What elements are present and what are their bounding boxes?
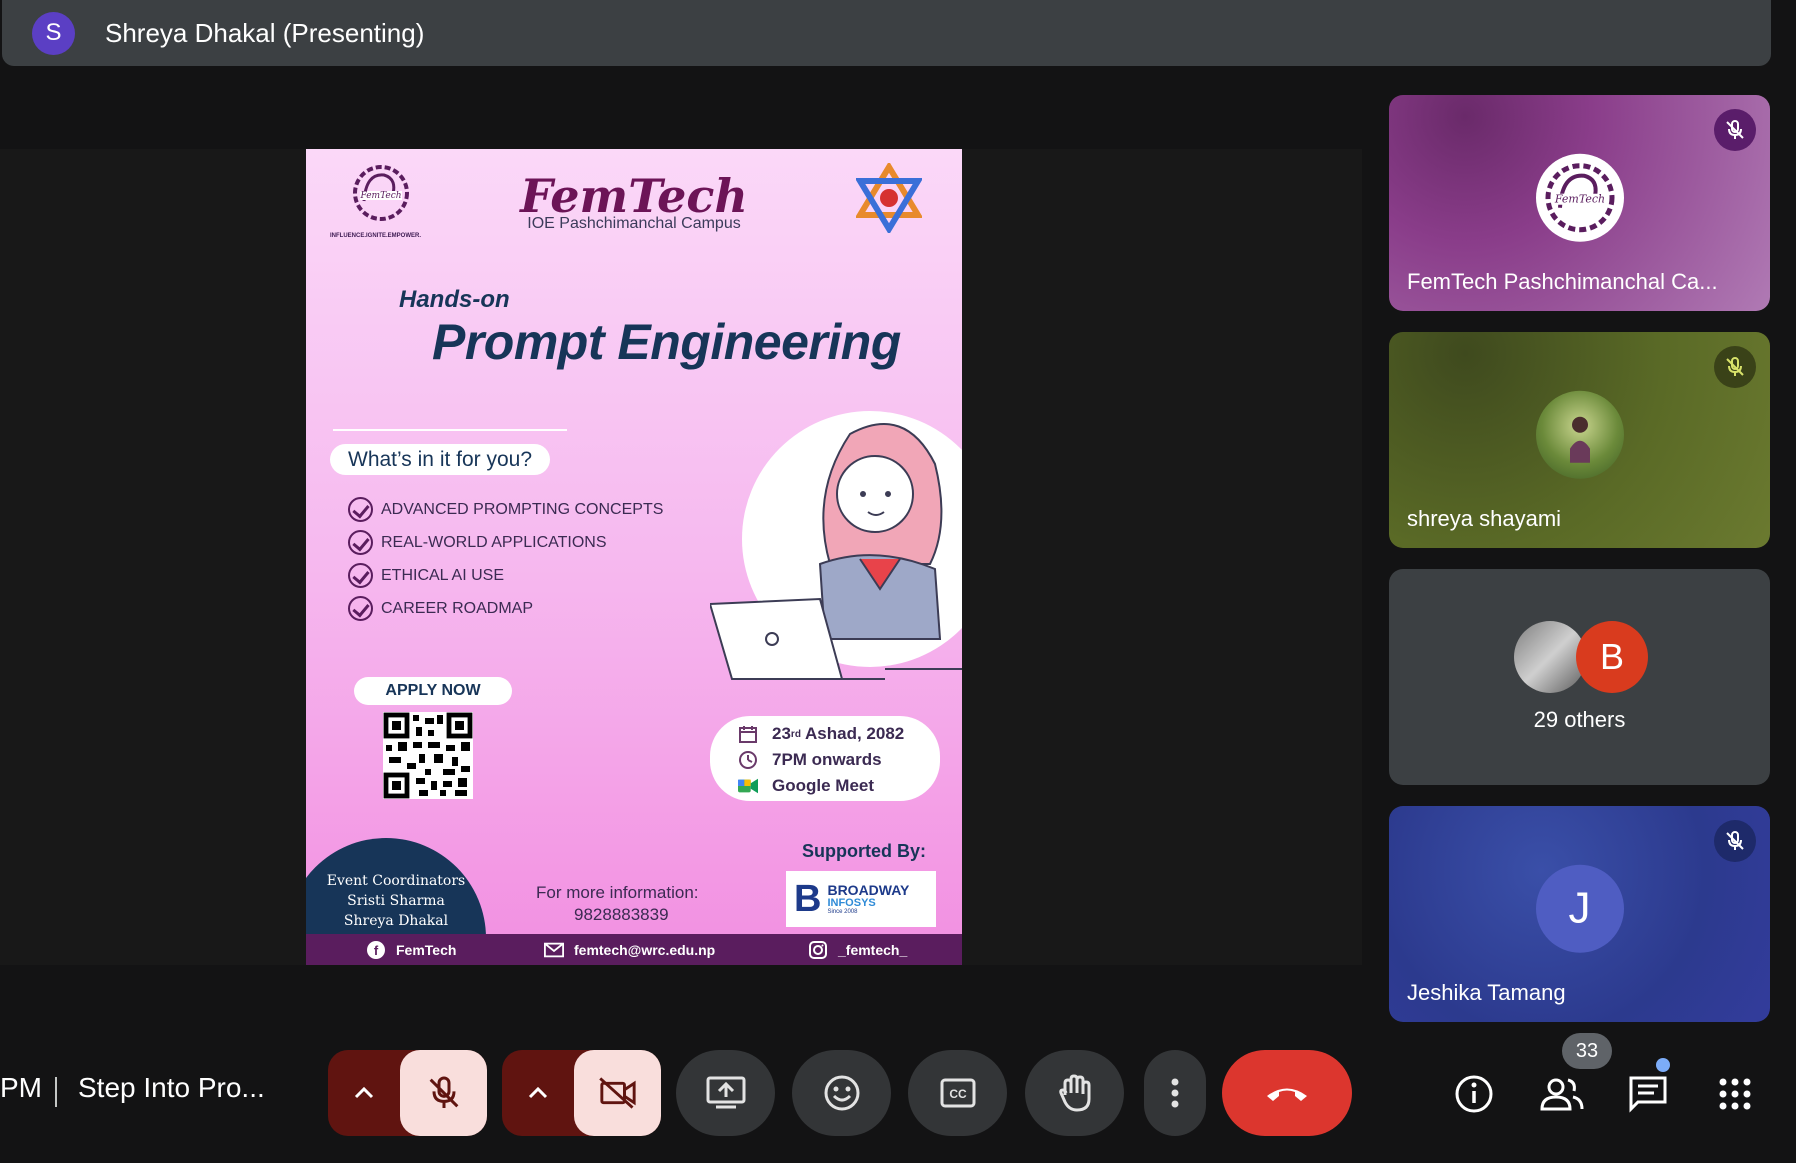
people-icon <box>1540 1078 1584 1111</box>
google-meet-icon <box>738 776 758 796</box>
check-icon <box>348 563 373 588</box>
camera-off-icon <box>598 1077 636 1109</box>
instagram-icon <box>808 940 828 960</box>
people-button[interactable] <box>1538 1070 1586 1118</box>
chat-icon <box>1629 1076 1667 1113</box>
mic-off-icon <box>1714 820 1756 862</box>
check-icon <box>348 497 373 522</box>
shared-screen-poster: FemTech INFLUENCE.IGNITE.EMPOWER. FemTec… <box>306 149 962 965</box>
reactions-button[interactable] <box>792 1050 891 1136</box>
meeting-time: PM <box>0 1072 42 1103</box>
more-vert-icon <box>1171 1078 1179 1108</box>
sponsor-letter: B <box>794 877 822 920</box>
participant-photo <box>1535 390 1624 479</box>
footer-email: femtech@wrc.edu.np <box>544 940 715 960</box>
chevron-up-icon <box>354 1086 374 1099</box>
check-icon <box>348 596 373 621</box>
participant-name: FemTech Pashchimanchal Ca... <box>1407 269 1718 294</box>
apply-now-label: APPLY NOW <box>354 677 512 705</box>
whats-in-it-heading: What’s in it for you? <box>330 444 551 475</box>
footer-instagram: _femtech_ <box>808 940 907 960</box>
supported-by-label: Supported By: <box>802 841 926 861</box>
logo-tagline: INFLUENCE.IGNITE.EMPOWER. <box>330 233 422 239</box>
closed-captions-icon: CC <box>940 1078 975 1108</box>
footer-facebook: f FemTech <box>366 940 456 960</box>
participant-tile[interactable]: shreya shayami <box>1389 332 1770 548</box>
activities-button[interactable] <box>1711 1070 1759 1118</box>
others-avatars: B <box>1514 621 1654 693</box>
mic-control <box>328 1050 487 1136</box>
present-screen-button[interactable] <box>676 1050 775 1136</box>
poster-subtitle: Hands-on <box>399 286 510 313</box>
presenter-label: Shreya Dhakal (Presenting) <box>105 17 425 48</box>
svg-text:FemTech: FemTech <box>1553 193 1604 206</box>
participant-avatar: B <box>1576 621 1648 693</box>
event-platform: Google Meet <box>738 773 940 799</box>
check-icon <box>348 530 373 555</box>
facebook-icon: f <box>366 940 386 960</box>
qr-code <box>383 712 473 799</box>
svg-text:f: f <box>374 943 379 958</box>
more-options-button[interactable] <box>1144 1050 1206 1136</box>
participant-tile[interactable]: FemTech FemTech Pashchimanchal Ca... <box>1389 95 1770 311</box>
video-options-button[interactable] <box>502 1050 574 1136</box>
leave-call-button[interactable] <box>1222 1050 1352 1136</box>
event-time: 7PM onwards <box>738 747 940 773</box>
event-coordinators: Event Coordinators Sristi Sharma Shreya … <box>326 873 466 929</box>
emoji-icon <box>824 1075 859 1111</box>
apps-grid-icon <box>1719 1078 1751 1110</box>
chevron-up-icon <box>528 1086 548 1099</box>
chat-notification-dot <box>1656 1058 1670 1072</box>
bar-divider <box>55 1077 57 1107</box>
feature-list: ADVANCED PROMPTING CONCEPTS REAL-WORLD A… <box>348 493 663 625</box>
mic-off-icon <box>1714 346 1756 388</box>
femtech-avatar: FemTech <box>1535 153 1624 242</box>
svg-text:CC: CC <box>949 1087 967 1101</box>
mic-off-icon <box>429 1076 458 1108</box>
camera-toggle-button[interactable] <box>574 1050 661 1136</box>
sponsor-logo: B BROADWAY INFOSYS Since 2008 <box>786 871 936 927</box>
feature-item: CAREER ROADMAP <box>348 592 663 625</box>
poster-footer: f FemTech femtech@wrc.edu.np _femtech_ <box>306 934 962 965</box>
mic-toggle-button[interactable] <box>400 1050 487 1136</box>
feature-item: REAL-WORLD APPLICATIONS <box>348 526 663 559</box>
participant-name: Jeshika Tamang <box>1407 980 1566 1005</box>
mic-off-icon <box>1714 109 1756 151</box>
camera-control <box>502 1050 661 1136</box>
meeting-title: Step Into Pro... <box>78 1072 265 1103</box>
girl-with-laptop-illustration <box>708 394 962 694</box>
presenter-bar: S Shreya Dhakal (Presenting) <box>2 0 1771 66</box>
info-icon <box>1455 1075 1493 1113</box>
captions-button[interactable]: CC <box>908 1050 1007 1136</box>
poster-divider <box>333 429 567 431</box>
info-phone: 9828883839 <box>574 905 669 924</box>
people-count-badge: 33 <box>1562 1033 1612 1069</box>
info-label: For more information: <box>536 883 699 902</box>
raise-hand-button[interactable] <box>1025 1050 1124 1136</box>
calendar-icon <box>738 724 758 744</box>
feature-item: ADVANCED PROMPTING CONCEPTS <box>348 493 663 526</box>
poster-title: Prompt Engineering <box>432 314 901 370</box>
clock-icon <box>738 750 758 770</box>
participant-avatar: J <box>1535 864 1624 953</box>
event-details: 23rd Ashad, 2082 7PM onwards Google Meet <box>710 716 940 801</box>
participant-name: shreya shayami <box>1407 506 1562 531</box>
others-tile[interactable]: B 29 others <box>1389 569 1770 785</box>
event-date: 23rd Ashad, 2082 <box>738 721 940 747</box>
presenter-avatar: S <box>32 11 75 55</box>
present-icon <box>706 1076 745 1109</box>
meeting-details-button[interactable] <box>1450 1070 1498 1118</box>
campus-emblem-icon <box>854 161 924 238</box>
chat-button[interactable] <box>1624 1070 1672 1118</box>
mail-icon <box>544 940 564 960</box>
feature-item: ETHICAL AI USE <box>348 559 663 592</box>
others-count: 29 others <box>1533 707 1626 732</box>
participant-tile[interactable]: J Jeshika Tamang <box>1389 806 1770 1022</box>
audio-options-button[interactable] <box>328 1050 400 1136</box>
call-end-icon <box>1267 1088 1307 1101</box>
hand-icon <box>1058 1074 1090 1112</box>
